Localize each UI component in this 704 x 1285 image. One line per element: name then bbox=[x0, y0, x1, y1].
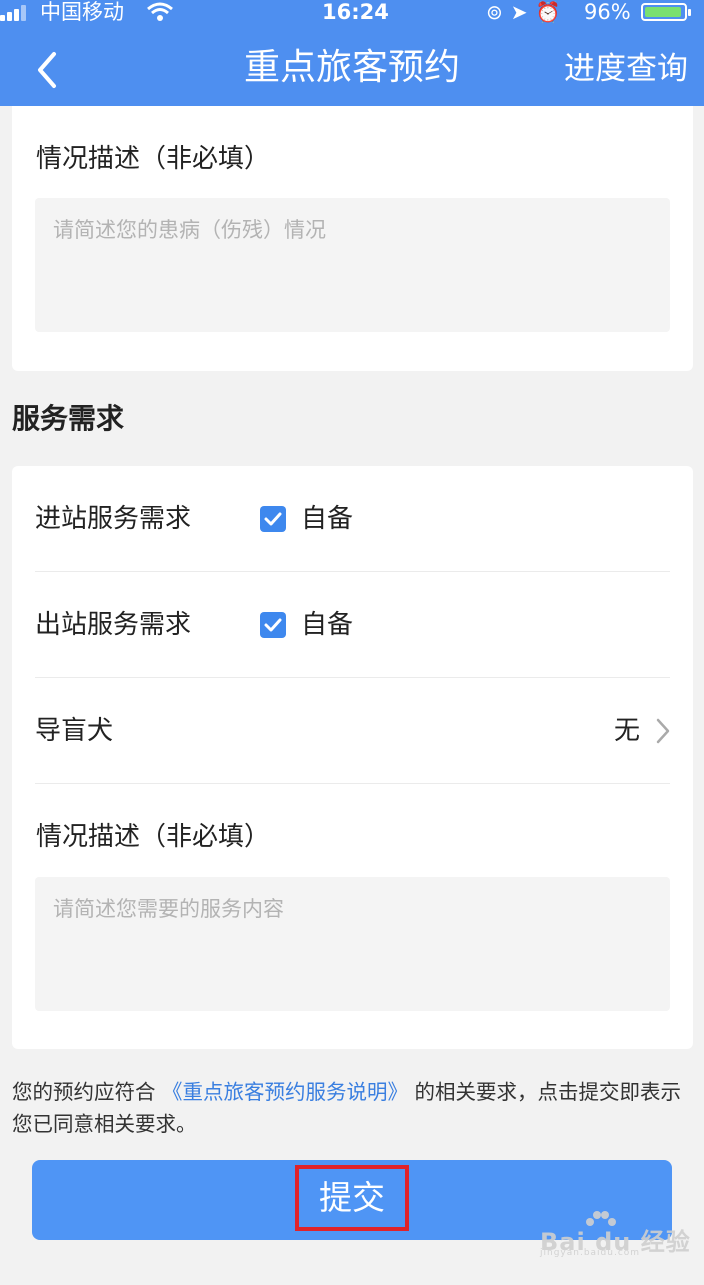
check-icon bbox=[264, 512, 282, 526]
chevron-right-icon bbox=[656, 718, 670, 744]
app-screen: 中国移动 16:24 ⊚➤⏰ 96% 重点旅客预约 进度查询 情况描述（非必填）… bbox=[0, 0, 704, 1285]
watermark-subtext: jingyan.baidu.com bbox=[540, 1248, 641, 1258]
battery-level-fill bbox=[645, 7, 681, 17]
signal-icon bbox=[0, 3, 30, 21]
notice-prefix: 您的预约应符合 bbox=[12, 1080, 163, 1104]
baidu-jingyan-watermark: Bai du 经验 jingyan.baidu.com bbox=[540, 1210, 700, 1258]
agreement-notice: 您的预约应符合 《重点旅客预约服务说明》 的相关要求，点击提交即表示您已同意相关… bbox=[12, 1076, 696, 1140]
battery-icon bbox=[641, 3, 691, 21]
submit-button-label: 提交 bbox=[295, 1165, 409, 1231]
guide-dog-label: 导盲犬 bbox=[35, 716, 114, 746]
condition-description-label: 情况描述（非必填） bbox=[36, 144, 271, 174]
condition-description-input[interactable] bbox=[35, 198, 670, 332]
location-icon: ➤ bbox=[510, 0, 536, 24]
exit-service-row[interactable]: 出站服务需求 自备 bbox=[35, 572, 670, 678]
service-terms-link[interactable]: 《重点旅客预约服务说明》 bbox=[162, 1080, 408, 1104]
exit-service-label: 出站服务需求 bbox=[35, 610, 192, 640]
progress-query-button[interactable]: 进度查询 bbox=[564, 46, 688, 92]
guide-dog-row[interactable]: 导盲犬 无 bbox=[35, 678, 670, 784]
alarm-icon: ⏰ bbox=[535, 0, 569, 24]
exit-service-checkbox-label: 自备 bbox=[301, 610, 354, 640]
service-card: 进站服务需求 自备 出站服务需求 自备 导盲犬 无 情况描述（非必填） bbox=[12, 466, 693, 1049]
entry-service-label: 进站服务需求 bbox=[35, 504, 192, 534]
wifi-icon bbox=[147, 2, 173, 21]
exit-service-checkbox[interactable] bbox=[260, 612, 286, 638]
check-icon bbox=[264, 618, 282, 632]
condition-card: 情况描述（非必填） bbox=[12, 106, 693, 371]
carrier-name: 中国移动 bbox=[40, 0, 124, 24]
entry-service-row[interactable]: 进站服务需求 自备 bbox=[35, 466, 670, 572]
status-time: 16:24 bbox=[322, 0, 389, 24]
service-description-label: 情况描述（非必填） bbox=[36, 822, 271, 852]
service-section-title: 服务需求 bbox=[12, 402, 125, 435]
battery-percent: 96% bbox=[584, 0, 631, 24]
status-bar: 中国移动 16:24 ⊚➤⏰ 96% bbox=[0, 0, 704, 24]
rotation-lock-icon: ⊚ bbox=[486, 0, 511, 24]
entry-service-checkbox-label: 自备 bbox=[301, 504, 354, 534]
header: 中国移动 16:24 ⊚➤⏰ 96% 重点旅客预约 进度查询 bbox=[0, 0, 704, 106]
guide-dog-value: 无 bbox=[613, 716, 640, 746]
service-description-input[interactable] bbox=[35, 877, 670, 1011]
entry-service-checkbox[interactable] bbox=[260, 506, 286, 532]
